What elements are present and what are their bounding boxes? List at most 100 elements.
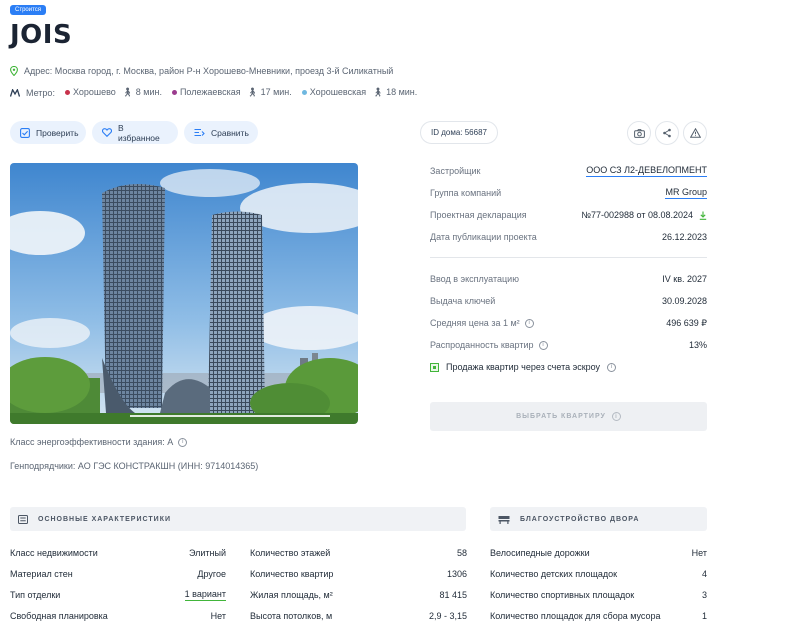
row-value: Другое	[197, 568, 226, 579]
info-row-declaration: Проектная декларация №77-002988 от 08.08…	[430, 204, 707, 226]
info-value: 26.12.2023	[661, 232, 707, 242]
row-value: 2,9 - 3,15	[428, 610, 467, 621]
status-badge: Строится	[10, 5, 47, 15]
warning-icon	[689, 128, 701, 138]
select-apartment-label: ВЫБРАТЬ КВАРТИРУ	[516, 413, 606, 420]
row-key: Тип отделки	[10, 589, 61, 600]
walk-icon: 🚶︎	[372, 87, 384, 97]
check-button-label: Проверить	[36, 127, 79, 138]
metro-station-name: Полежаевская	[179, 87, 241, 97]
row-value: 3	[701, 589, 707, 600]
info-row-developer: Застройщик ООО СЗ Л2-ДЕВЕЛОПМЕНТ	[430, 160, 707, 182]
compare-button-label: Сравнить	[211, 127, 249, 138]
row-key: Велосипедные дорожки	[490, 547, 590, 558]
metro-icon	[10, 88, 20, 97]
compare-icon	[194, 128, 205, 137]
contractors-note: Генподрядчики: АО ГЭС КОНСТРАКШН (ИНН: 9…	[10, 461, 258, 471]
row-key: Количество детских площадок	[490, 568, 618, 579]
row-key: Класс недвижимости	[10, 547, 98, 558]
finishing-link[interactable]: 1 вариант	[184, 589, 226, 601]
main-characteristics-col2: Количество этажей 58 Количество квартир 13…	[250, 542, 467, 626]
location-pin-icon	[10, 66, 18, 76]
metro-line-dot	[64, 90, 70, 95]
heart-icon	[102, 128, 112, 137]
info-key: Средняя цена за 1 м² i	[430, 318, 534, 328]
metro-line-dot	[171, 90, 177, 95]
metro-station: Хорошевская 🚶︎ 18 мин.	[298, 87, 418, 98]
main-characteristics-header: ОСНОВНЫЕ ХАРАКТЕРИСТИКИ	[10, 507, 466, 531]
row-value: 81 415	[439, 589, 467, 600]
address-text: Адрес: Москва город, г. Москва, район Р-…	[24, 66, 394, 76]
share-button[interactable]	[655, 121, 679, 145]
info-icon[interactable]: i	[538, 340, 548, 350]
info-value: 13%	[688, 340, 707, 350]
table-row: Количество спортивных площадок 3	[490, 584, 707, 605]
section-title: БЛАГОУСТРОЙСТВО ДВОРА	[520, 515, 640, 523]
report-button[interactable]	[683, 121, 707, 145]
row-key: Количество этажей	[250, 547, 331, 558]
sold-label: Распроданность квартир	[430, 340, 534, 350]
row-key: Материал стен	[10, 568, 73, 579]
favorite-button[interactable]: В избранное	[92, 121, 178, 144]
info-key: Дата публикации проекта	[430, 232, 537, 242]
check-button[interactable]: Проверить	[10, 121, 86, 144]
walk-icon: 🚶︎	[246, 87, 259, 97]
metro-time: 18 мин.	[386, 87, 418, 97]
download-icon[interactable]	[699, 211, 707, 220]
table-row: Количество этажей 58	[250, 542, 467, 563]
info-icon: i	[611, 412, 621, 421]
info-icon[interactable]: i	[524, 318, 534, 328]
row-key: Количество спортивных площадок	[490, 589, 635, 600]
table-row: Количество площадок для сбора мусора 1	[490, 605, 707, 626]
row-key: Высота потолков, м	[250, 610, 333, 621]
info-key: Распроданность квартир i	[430, 340, 548, 350]
info-value: IV кв. 2027	[662, 274, 707, 284]
table-row: Высота потолков, м 2,9 - 3,15	[250, 605, 467, 626]
info-row-published: Дата публикации проекта 26.12.2023	[430, 226, 707, 248]
info-value: 496 639 ₽	[666, 317, 707, 328]
energy-class-text: Класс энергоэффективности здания: А	[10, 437, 174, 447]
row-key: Количество площадок для сбора мусора	[490, 610, 661, 621]
developer-link[interactable]: ООО СЗ Л2-ДЕВЕЛОПМЕНТ	[586, 165, 707, 177]
camera-button[interactable]	[627, 121, 651, 145]
info-row-group: Группа компаний MR Group	[430, 182, 707, 204]
yard-table: Велосипедные дорожки Нет Количество детск…	[490, 542, 707, 626]
info-key: Ввод в эксплуатацию	[430, 274, 519, 284]
row-value: 1306	[446, 568, 467, 579]
list-icon	[18, 514, 28, 524]
table-row: Свободная планировка Нет	[10, 605, 226, 626]
building-photo[interactable]	[10, 163, 358, 424]
info-row-sold: Распроданность квартир i 13%	[430, 334, 707, 356]
metro-station-name: Хорошевская	[309, 87, 367, 97]
info-key: Выдача ключей	[430, 296, 496, 306]
info-icon[interactable]: i	[178, 437, 188, 447]
row-value: 1	[701, 610, 707, 621]
info-key: Проектная декларация	[430, 210, 527, 220]
info-key: Застройщик	[430, 166, 481, 176]
escrow-row: Продажа квартир через счета эскроу i	[430, 356, 707, 378]
declaration-number: №77-002988 от 08.08.2024	[581, 210, 693, 220]
escrow-label: Продажа квартир через счета эскроу	[446, 362, 601, 372]
info-panel: Застройщик ООО СЗ Л2-ДЕВЕЛОПМЕНТ Группа …	[430, 160, 707, 378]
select-apartment-button[interactable]: ВЫБРАТЬ КВАРТИРУ i	[430, 402, 707, 431]
info-icon[interactable]: i	[607, 362, 617, 372]
row-key: Количество квартир	[250, 568, 334, 579]
company-group-link[interactable]: MR Group	[665, 187, 707, 199]
metro-station: Полежаевская 🚶︎ 17 мин.	[168, 87, 292, 98]
contractors-text: Генподрядчики: АО ГЭС КОНСТРАКШН (ИНН: 9…	[10, 461, 259, 471]
metro-label: Метро:	[26, 87, 55, 98]
row-value: 4	[701, 568, 707, 579]
table-row: Количество детских площадок 4	[490, 563, 707, 584]
row-value: Элитный	[188, 547, 226, 558]
info-value: 30.09.2028	[661, 296, 707, 306]
table-row: Велосипедные дорожки Нет	[490, 542, 707, 563]
row-value: Нет	[691, 547, 707, 558]
metro-time: 17 мин.	[260, 87, 292, 97]
row-value: Нет	[210, 610, 226, 621]
declaration-value: №77-002988 от 08.08.2024	[581, 210, 707, 220]
section-title: ОСНОВНЫЕ ХАРАКТЕРИСТИКИ	[38, 515, 171, 523]
compare-button[interactable]: Сравнить	[184, 121, 258, 144]
metro-station-name: Хорошево	[72, 87, 116, 97]
main-characteristics-col1: Класс недвижимости Элитный Материал стен Д…	[10, 542, 226, 626]
row-key: Жилая площадь, м²	[250, 589, 333, 600]
